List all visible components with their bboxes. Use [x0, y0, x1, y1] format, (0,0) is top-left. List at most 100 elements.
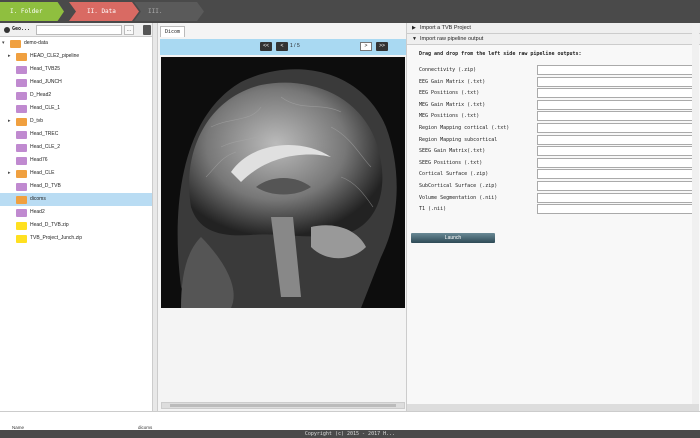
file-drop-input[interactable] — [537, 99, 698, 110]
tree-item[interactable]: Head2 — [0, 206, 152, 219]
launch-button[interactable]: Launch — [411, 233, 495, 243]
file-field-label: SubCortical Surface (.zip) — [419, 183, 498, 189]
file-field-label: EEG Positions (.txt) — [419, 90, 480, 97]
tree-item-label: Head76 — [30, 157, 48, 163]
last-page-button[interactable]: >> — [376, 42, 388, 51]
zip-icon — [16, 222, 27, 230]
tree-item-label: Head_CLE — [30, 170, 55, 176]
file-field-row: Volume Segmentation (.nii) — [419, 192, 699, 204]
tree-item[interactable]: Head_TVB25 — [0, 63, 152, 76]
file-drop-input[interactable] — [537, 169, 698, 180]
mri-image[interactable] — [161, 57, 405, 308]
file-field-row: Cortical Surface (.zip) — [419, 169, 699, 180]
page-indicator: 1 / 5 — [290, 43, 300, 49]
brain-mri-icon — [161, 57, 405, 308]
chevron-right-icon[interactable]: ▸ — [8, 115, 11, 128]
prev-page-button[interactable]: < — [276, 42, 288, 51]
caret-down-icon: ▼ — [412, 36, 417, 42]
browse-button[interactable]: ... — [124, 25, 134, 35]
file-drop-input[interactable] — [537, 76, 698, 87]
tree-item-label: demo-data — [24, 40, 48, 46]
tree-item[interactable]: dicoms — [0, 193, 152, 206]
next-page-button[interactable]: > — [360, 42, 372, 51]
step-folder[interactable]: I. Folder — [0, 2, 64, 21]
file-drop-input[interactable] — [537, 146, 698, 157]
phone-icon[interactable] — [143, 25, 151, 35]
tree-item-label: Head_CLE_1 — [30, 105, 61, 111]
tree-item[interactable]: D_Head2 — [0, 89, 152, 102]
tree-item-label: Head_D_TVB.zip — [30, 222, 69, 228]
tree-item-label: Head_JUNCH — [30, 79, 62, 85]
file-drop-input[interactable] — [537, 204, 698, 215]
right-vertical-scrollbar[interactable] — [692, 23, 699, 411]
tree-item[interactable]: TVB_Project_Junch.zip — [0, 232, 152, 245]
folder-open-icon — [10, 40, 21, 48]
dicom-viewer-panel: Dicom << < 1 / 5 > >> — [157, 23, 407, 411]
first-page-button[interactable]: << — [260, 42, 272, 51]
scroll-thumb[interactable] — [170, 404, 396, 407]
tree-item[interactable]: Head_TREC — [0, 128, 152, 141]
file-drop-input[interactable] — [537, 157, 698, 168]
chevron-down-icon[interactable]: ▾ — [2, 37, 5, 50]
file-drop-input[interactable] — [537, 134, 698, 145]
folder-icon — [16, 92, 27, 100]
file-field-label: Cortical Surface (.zip) — [419, 171, 489, 178]
file-drop-input[interactable] — [537, 88, 698, 99]
properties-bar: Name dicoms — [0, 411, 700, 430]
chevron-right-icon[interactable]: ▸ — [8, 50, 11, 63]
file-field-row: EEG Positions (.txt) — [419, 88, 699, 99]
step-data[interactable]: II. Data — [69, 2, 139, 21]
file-field-label: Connectivity (.zip) — [419, 67, 477, 73]
tree-item-label: Head2 — [30, 209, 45, 215]
viewer-horizontal-scrollbar[interactable] — [161, 402, 405, 409]
file-drop-input[interactable] — [537, 192, 698, 203]
folder-icon — [16, 131, 27, 139]
file-tree: ▾ demo-data ▸ HEAD_CLE2_pipeline Head_TVB25 H… — [0, 37, 152, 245]
tree-root-label: Geo... — [12, 26, 31, 32]
file-drop-input[interactable] — [537, 181, 698, 191]
right-horizontal-scrollbar[interactable] — [407, 404, 699, 411]
viewer-toolbar: << < 1 / 5 > >> — [160, 39, 406, 55]
tree-item[interactable]: ▾ demo-data — [0, 37, 152, 50]
tree-item-label: D_Head2 — [30, 92, 52, 98]
file-field-label: Region Mapping subcortical — [419, 136, 498, 143]
file-drop-input[interactable] — [537, 111, 698, 122]
step-simulations[interactable]: III. Simulations — [134, 2, 204, 21]
accordion-import-raw-pipeline[interactable]: ▼ Import raw pipeline output — [407, 34, 700, 45]
tree-item[interactable]: Head_JUNCH — [0, 76, 152, 89]
tree-item-label: Head_D_TVB — [30, 183, 61, 189]
path-input[interactable] — [36, 25, 122, 35]
file-field-row: MEG Positions (.txt) — [419, 111, 699, 122]
file-field-row: Region Mapping cortical (.txt) — [419, 123, 699, 134]
tree-item-label: D_tvb — [30, 118, 44, 124]
tree-item[interactable]: Head_CLE_2 — [0, 141, 152, 154]
tree-item[interactable]: ▸ D_tvb — [0, 115, 152, 128]
file-field-row: EEG Gain Matrix (.txt) — [419, 76, 699, 88]
form-description: Drag and drop from the left side raw pip… — [419, 51, 582, 57]
folder-icon — [16, 53, 27, 61]
file-drop-input[interactable] — [537, 123, 698, 133]
tab-dicom[interactable]: Dicom — [160, 26, 186, 37]
file-field-row: MEG Gain Matrix (.txt) — [419, 99, 699, 111]
tree-item-label: TVB_Project_Junch.zip — [30, 235, 82, 241]
file-drop-input[interactable] — [537, 65, 698, 75]
file-field-label: Volume Segmentation (.nii) — [419, 194, 498, 201]
folder-icon — [16, 183, 27, 191]
tree-item[interactable]: Head_D_TVB — [0, 180, 152, 193]
file-field-row: SubCortical Surface (.zip) — [419, 181, 699, 192]
tree-item[interactable]: ▸ HEAD_CLE2_pipeline — [0, 50, 152, 63]
folder-icon — [16, 170, 27, 178]
chevron-right-icon[interactable]: ▸ — [8, 167, 11, 180]
tree-item[interactable]: Head76 — [0, 154, 152, 167]
tree-item[interactable]: Head_CLE_1 — [0, 102, 152, 115]
tree-item[interactable]: ▸ Head_CLE — [0, 167, 152, 180]
file-field-label: SEEG Positions (.txt) — [419, 159, 483, 166]
accordion-import-tvb-project[interactable]: ▶ Import a TVB Project — [407, 23, 700, 34]
caret-right-icon: ▶ — [412, 25, 416, 31]
file-field-row: T1 (.nii) — [419, 204, 699, 215]
tree-item[interactable]: Head_D_TVB.zip — [0, 219, 152, 232]
globe-icon[interactable] — [4, 27, 10, 33]
file-field-label: MEG Positions (.txt) — [419, 113, 480, 120]
zip-icon — [16, 235, 27, 243]
tree-item-label: dicoms — [30, 196, 46, 202]
